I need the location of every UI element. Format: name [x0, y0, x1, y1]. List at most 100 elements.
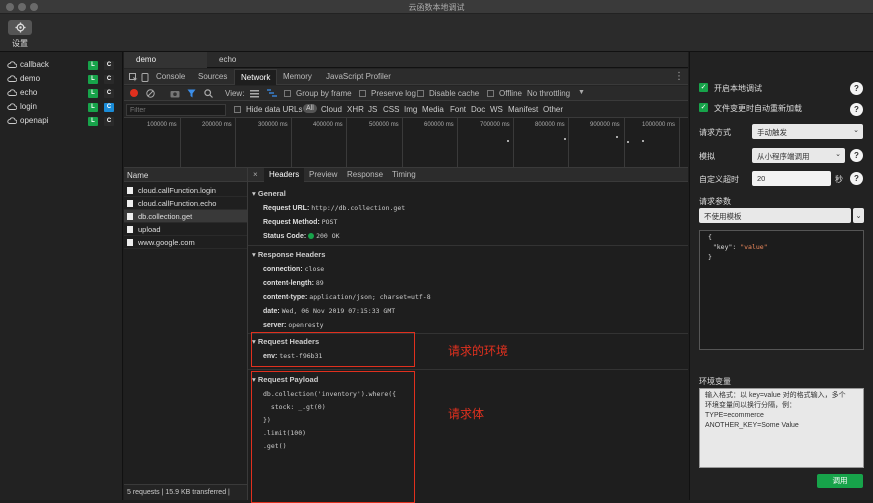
filter-type-font[interactable]: Font: [450, 105, 466, 114]
chevron-down-icon[interactable]: ▼: [578, 89, 585, 96]
offline-label: Offline: [499, 89, 522, 98]
headers-panel: ▾ General Request URL: http://db.collect…: [248, 182, 688, 503]
record-icon[interactable]: [130, 89, 138, 97]
header-row: connection: close: [263, 265, 324, 273]
request-row[interactable]: cloud.callFunction.login: [124, 184, 247, 197]
settings-label: 设置: [12, 39, 28, 48]
help-icon[interactable]: ?: [850, 172, 863, 185]
header-key: content-type:: [263, 294, 308, 301]
header-key: server:: [263, 322, 287, 329]
request-row[interactable]: cloud.callFunction.echo: [124, 197, 247, 210]
device-toolbar-icon[interactable]: [141, 73, 149, 82]
settings-button[interactable]: [8, 20, 32, 35]
json-line: {: [708, 233, 712, 241]
local-badge[interactable]: L: [88, 89, 98, 98]
group-by-frame-checkbox[interactable]: [284, 90, 291, 97]
env-vars-textarea[interactable]: 输入格式：以 key=value 对的格式输入，多个 环境变量间以换行分隔，例：…: [699, 388, 864, 468]
list-view-icon[interactable]: [250, 89, 259, 98]
tab-console[interactable]: Console: [150, 69, 191, 85]
filter-type-manifest[interactable]: Manifest: [508, 105, 538, 114]
waterfall-view-icon[interactable]: [267, 89, 277, 98]
tab-memory[interactable]: Memory: [277, 69, 318, 85]
request-row-selected[interactable]: db.collection.get: [124, 210, 247, 223]
help-icon[interactable]: ?: [850, 103, 863, 116]
header-value: application/json; charset=utf-8: [309, 293, 431, 301]
more-menu-icon[interactable]: ⋮: [674, 71, 684, 82]
request-detail-tabs: × Headers Preview Response Timing: [248, 168, 688, 182]
env-vars-line: 环境变量间以换行分隔，例：: [705, 402, 796, 409]
local-badge[interactable]: L: [88, 75, 98, 84]
env-row: env: test-f96b31: [263, 352, 322, 360]
cloud-badge[interactable]: C: [104, 103, 114, 112]
tab-response[interactable]: Response: [342, 168, 388, 182]
search-icon[interactable]: [204, 89, 213, 98]
requests-header[interactable]: Name: [124, 168, 248, 182]
camera-icon[interactable]: [170, 89, 180, 98]
params-json-editor[interactable]: { "key": "value" }: [699, 230, 864, 350]
close-icon[interactable]: ×: [253, 170, 258, 179]
sidebar-item-echo[interactable]: echo L C: [0, 86, 123, 100]
sidebar-item-demo[interactable]: demo L C: [0, 72, 123, 86]
tab-javascript-profiler[interactable]: JavaScript Profiler: [320, 69, 397, 85]
throttling-select[interactable]: No throttling: [527, 89, 570, 98]
tab-headers[interactable]: Headers: [264, 168, 305, 182]
auto-reload-checkbox[interactable]: ✓: [699, 103, 708, 112]
filter-type-all[interactable]: All: [303, 104, 317, 113]
request-payload-toggle[interactable]: ▾ Request Payload: [252, 375, 318, 384]
local-badge[interactable]: L: [88, 61, 98, 70]
request-row[interactable]: upload: [124, 223, 247, 236]
cloud-badge[interactable]: C: [104, 117, 114, 126]
request-headers-toggle[interactable]: ▾ Request Headers: [252, 337, 319, 346]
local-badge[interactable]: L: [88, 103, 98, 112]
general-section-toggle[interactable]: ▾ General: [252, 189, 286, 198]
disable-cache-checkbox[interactable]: [417, 90, 424, 97]
filter-type-media[interactable]: Media: [422, 105, 444, 114]
invoke-button[interactable]: 调用: [817, 474, 863, 488]
hide-data-urls-checkbox[interactable]: [234, 106, 241, 113]
tab-echo[interactable]: echo: [207, 52, 290, 68]
body-annotation: 请求体: [448, 407, 485, 421]
request-payload-title: Request Payload: [257, 375, 319, 384]
request-method-select[interactable]: 手动触发 ⌄: [752, 124, 863, 139]
preserve-log-checkbox[interactable]: [359, 90, 366, 97]
tab-preview[interactable]: Preview: [304, 168, 342, 182]
tab-network[interactable]: Network: [234, 69, 278, 85]
request-row[interactable]: www.google.com: [124, 236, 247, 249]
response-headers-toggle[interactable]: ▾ Response Headers: [252, 250, 325, 259]
sidebar-item-openapi[interactable]: openapi L C: [0, 114, 123, 128]
filter-input[interactable]: [126, 104, 226, 116]
tab-demo[interactable]: demo: [124, 52, 207, 68]
filter-type-ws[interactable]: WS: [490, 105, 503, 114]
sidebar-item-login[interactable]: login L C: [0, 100, 123, 114]
filter-type-img[interactable]: Img: [404, 105, 417, 114]
filter-type-cloud[interactable]: Cloud: [321, 105, 342, 114]
file-icon: [127, 187, 133, 194]
filter-type-other[interactable]: Other: [543, 105, 563, 114]
preserve-log-label: Preserve log: [371, 89, 416, 98]
cloud-badge[interactable]: C: [104, 75, 114, 84]
tab-sources[interactable]: Sources: [192, 69, 233, 85]
tab-timing[interactable]: Timing: [387, 168, 421, 182]
grid-line: [568, 118, 569, 168]
clear-icon[interactable]: [146, 89, 155, 98]
filter-type-js[interactable]: JS: [368, 105, 377, 114]
offline-checkbox[interactable]: [487, 90, 494, 97]
simulate-select[interactable]: 从小程序端调用 ⌄: [752, 148, 845, 163]
filter-type-css[interactable]: CSS: [383, 105, 399, 114]
cloud-badge[interactable]: C: [104, 89, 114, 98]
timeline-mark: [564, 138, 566, 140]
local-badge[interactable]: L: [88, 117, 98, 126]
timeout-input[interactable]: 20: [752, 171, 831, 186]
filter-type-doc[interactable]: Doc: [471, 105, 485, 114]
cloud-badge[interactable]: C: [104, 61, 114, 70]
inspect-element-icon[interactable]: [129, 73, 138, 82]
filter-icon[interactable]: [187, 89, 196, 98]
help-icon[interactable]: ?: [850, 149, 863, 162]
template-dropdown-button[interactable]: ⌄: [853, 208, 864, 223]
sidebar-item-callback[interactable]: callback L C: [0, 58, 123, 72]
filter-type-xhr[interactable]: XHR: [347, 105, 364, 114]
main-panel: demo echo Console Sources Network Memory…: [124, 52, 688, 503]
help-icon[interactable]: ?: [850, 82, 863, 95]
template-select[interactable]: 不使用模板: [699, 208, 851, 223]
enable-local-debug-checkbox[interactable]: ✓: [699, 83, 708, 92]
